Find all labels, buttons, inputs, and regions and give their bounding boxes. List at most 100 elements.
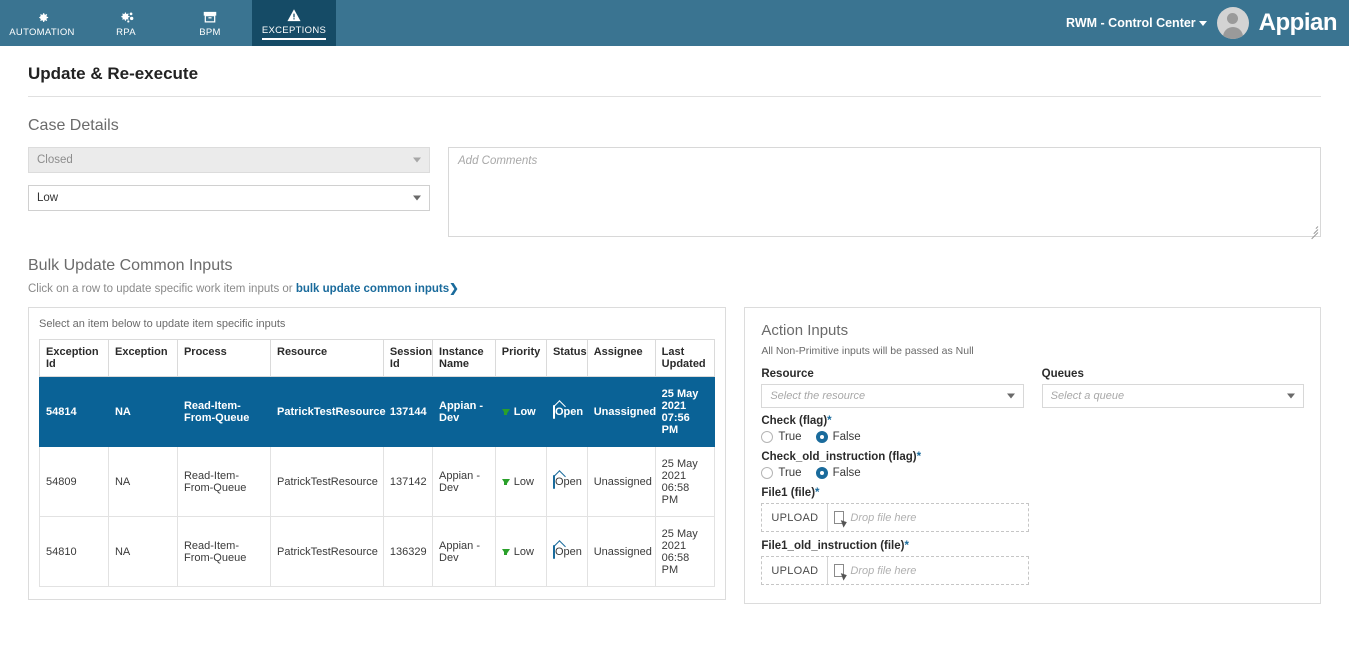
avatar-head (1227, 13, 1239, 24)
cell-instance-name: Appian - Dev (432, 516, 496, 587)
file1-drop-hint: Drop file here (828, 511, 916, 524)
priority-down-arrow-icon (501, 548, 510, 555)
cell-exception: NA (107, 446, 178, 517)
required-asterisk: * (815, 487, 820, 499)
col-resource[interactable]: Resource (270, 339, 384, 377)
cell-exception: NA (107, 376, 178, 447)
col-assignee[interactable]: Assignee (586, 339, 656, 377)
col-status[interactable]: Status (545, 339, 588, 377)
nav-tab-bpm[interactable]: BPM (168, 0, 252, 46)
cell-instance-name: Appian - Dev (432, 446, 496, 517)
panels-row: Select an item below to update item spec… (28, 307, 1321, 604)
file1-old-instruction-drop-placeholder: Drop file here (850, 564, 917, 577)
col-last-updated[interactable]: Last Updated (654, 339, 716, 377)
table-row[interactable]: 54809 NA Read-Item-From-Queue PatrickTes… (39, 446, 716, 517)
resource-select[interactable]: Select the resource (761, 384, 1024, 408)
cell-assignee: Unassigned (586, 446, 656, 517)
bulk-update-common-inputs-link[interactable]: bulk update common inputs (296, 283, 449, 295)
cell-session-id: 136329 (382, 516, 434, 587)
file1-old-instruction-label: File1_old_instruction (file)* (761, 540, 1304, 552)
required-asterisk: * (916, 451, 922, 463)
queues-placeholder: Select a queue (1050, 390, 1125, 402)
col-instance-name[interactable]: Instance Name (432, 339, 496, 377)
check-old-instruction-radio-false[interactable]: False (815, 467, 861, 479)
check-flag-radio-false[interactable]: False (815, 431, 861, 443)
col-exception-id[interactable]: Exception Id (39, 339, 109, 377)
nav-tab-label: AUTOMATION (9, 26, 75, 38)
cell-instance-name: Appian - Dev (432, 376, 496, 447)
action-inputs-note: All Non-Primitive inputs will be passed … (761, 345, 974, 357)
case-priority-select[interactable]: Low (28, 185, 430, 211)
bulk-update-hint: Click on a row to update specific work i… (28, 281, 1321, 295)
cell-priority: Low (494, 516, 547, 587)
file1-old-instruction-upload-button[interactable]: UPLOAD (762, 557, 829, 584)
col-exception[interactable]: Exception (107, 339, 178, 377)
work-items-panel-hint: Select an item below to update item spec… (39, 318, 286, 330)
table-body: 54814 NA Read-Item-From-Queue PatrickTes… (39, 376, 716, 587)
resource-queue-row: Resource Select the resource Queues Sele… (761, 368, 1304, 408)
chevron-down-icon (413, 195, 421, 201)
gears-icon (118, 9, 135, 26)
nav-tab-rpa[interactable]: RPA (84, 0, 168, 46)
radio-dot (761, 431, 774, 443)
cell-resource: PatrickTestResource (270, 516, 384, 587)
envelope-icon (552, 544, 555, 559)
cell-process: Read-Item-From-Queue (176, 446, 272, 517)
chevron-down-icon (413, 157, 421, 163)
cell-last-updated: 25 May 2021 06:58 PM (654, 516, 716, 587)
check-old-instruction-radio-true[interactable]: True (761, 467, 802, 479)
queues-select[interactable]: Select a queue (1041, 384, 1304, 408)
file1-old-instruction-dropzone[interactable]: UPLOAD Drop file here (761, 556, 1030, 585)
textarea-resize-handle[interactable] (1307, 223, 1319, 240)
page-content: Update & Re-execute Case Details Closed … (0, 46, 1349, 604)
table-row[interactable]: 54814 NA Read-Item-From-Queue PatrickTes… (39, 376, 716, 447)
col-priority[interactable]: Priority (494, 339, 547, 377)
user-menu-button[interactable]: RWM - Control Center (1066, 16, 1207, 30)
check-flag-radio-group: True False (761, 431, 1304, 443)
file1-upload-button[interactable]: UPLOAD (762, 504, 829, 531)
col-session-id[interactable]: Session Id (382, 339, 434, 377)
cell-process: Read-Item-From-Queue (176, 516, 272, 587)
table-row[interactable]: 54810 NA Read-Item-From-Queue PatrickTes… (39, 516, 716, 587)
file-cursor-icon (834, 564, 845, 577)
nav-tab-automation[interactable]: AUTOMATION (0, 0, 84, 46)
cell-exception-id[interactable]: 54810 (39, 516, 109, 587)
case-status-value: Closed (37, 154, 73, 166)
avatar[interactable] (1216, 7, 1249, 39)
bulk-update-hint-prefix: Click on a row to update specific work i… (28, 283, 296, 295)
cell-session-id: 137144 (382, 376, 434, 447)
file1-label: File1 (file)* (761, 487, 1304, 499)
check-flag-label-text: Check (flag) (761, 415, 828, 427)
chevron-right-icon[interactable]: ❯ (449, 283, 459, 295)
nav-tab-exceptions[interactable]: EXCEPTIONS (252, 0, 336, 46)
cell-resource: PatrickTestResource (270, 446, 384, 517)
check-old-instruction-field: Check_old_instruction (flag)* True False (761, 451, 1304, 479)
action-inputs-panel: Action Inputs All Non-Primitive inputs w… (744, 307, 1321, 604)
avatar-body (1222, 27, 1243, 39)
file1-dropzone[interactable]: UPLOAD Drop file here (761, 503, 1030, 532)
required-asterisk: * (827, 415, 832, 427)
check-flag-radio-true[interactable]: True (761, 431, 802, 443)
radio-label: True (778, 467, 802, 479)
comments-textarea[interactable]: Add Comments (448, 147, 1321, 240)
comments-placeholder: Add Comments (458, 155, 538, 167)
top-navigation-bar: AUTOMATION RPA BPM EXCEPTIONS RWM - Cont… (0, 0, 1349, 46)
file1-drop-placeholder: Drop file here (850, 511, 917, 524)
envelope-icon (552, 474, 555, 489)
cell-status: Open (545, 446, 588, 517)
cell-exception-id[interactable]: 54809 (39, 446, 109, 517)
cell-priority: Low (494, 446, 547, 517)
col-process[interactable]: Process (176, 339, 272, 377)
radio-label: False (832, 431, 861, 443)
nav-tab-label: BPM (199, 26, 221, 38)
file1-label-text: File1 (file) (761, 487, 816, 499)
priority-label: Low (513, 405, 536, 418)
required-asterisk: * (904, 540, 909, 552)
check-old-instruction-radio-group: True False (761, 467, 1304, 479)
check-old-instruction-label-text: Check_old_instruction (flag) (761, 451, 917, 463)
resource-field: Resource Select the resource (761, 368, 1024, 408)
cell-exception-id[interactable]: 54814 (39, 376, 109, 447)
case-status-select[interactable]: Closed (28, 147, 430, 173)
case-priority-value: Low (37, 192, 59, 204)
work-items-panel: Select an item below to update item spec… (28, 307, 727, 600)
